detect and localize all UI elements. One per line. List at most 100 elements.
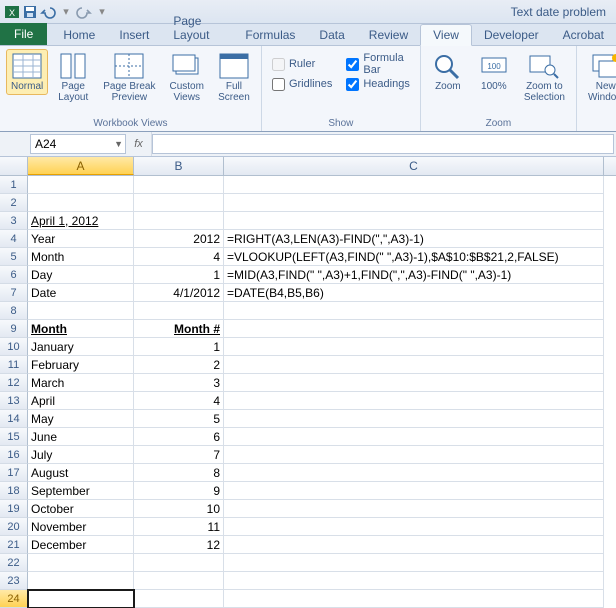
cell-C14[interactable]: [224, 410, 604, 428]
cell-C19[interactable]: [224, 500, 604, 518]
cell-A19[interactable]: October: [28, 500, 134, 518]
cell-C6[interactable]: =MID(A3,FIND(" ",A3)+1,FIND(",",A3)-FIND…: [224, 266, 604, 284]
cell-A17[interactable]: August: [28, 464, 134, 482]
cell-C21[interactable]: [224, 536, 604, 554]
cell-C13[interactable]: [224, 392, 604, 410]
cell-C15[interactable]: [224, 428, 604, 446]
cell-B19[interactable]: 10: [134, 500, 224, 518]
cell-A3[interactable]: April 1, 2012: [28, 212, 134, 230]
page-break-preview-button[interactable]: Page Break Preview: [98, 49, 160, 106]
ruler-checkbox[interactable]: Ruler: [272, 55, 332, 73]
tab-page-layout[interactable]: Page Layout: [161, 11, 233, 45]
row-header-12[interactable]: 12: [0, 374, 28, 392]
cell-C20[interactable]: [224, 518, 604, 536]
col-header-A[interactable]: A: [28, 157, 134, 175]
row-header-9[interactable]: 9: [0, 320, 28, 338]
cell-C8[interactable]: [224, 302, 604, 320]
formula-input[interactable]: [152, 134, 614, 154]
row-header-18[interactable]: 18: [0, 482, 28, 500]
cell-B21[interactable]: 12: [134, 536, 224, 554]
cell-C9[interactable]: [224, 320, 604, 338]
row-header-8[interactable]: 8: [0, 302, 28, 320]
new-window-button[interactable]: New Window: [583, 49, 616, 106]
row-header-17[interactable]: 17: [0, 464, 28, 482]
row-header-11[interactable]: 11: [0, 356, 28, 374]
row-header-24[interactable]: 24: [0, 590, 28, 608]
row-header-15[interactable]: 15: [0, 428, 28, 446]
cell-B24[interactable]: [134, 590, 224, 608]
formula-bar-checkbox[interactable]: Formula Bar: [346, 55, 409, 73]
cell-A5[interactable]: Month: [28, 248, 134, 266]
row-header-23[interactable]: 23: [0, 572, 28, 590]
save-icon[interactable]: [22, 4, 38, 20]
row-header-21[interactable]: 21: [0, 536, 28, 554]
row-header-4[interactable]: 4: [0, 230, 28, 248]
cell-C3[interactable]: [224, 212, 604, 230]
row-header-7[interactable]: 7: [0, 284, 28, 302]
cell-B2[interactable]: [134, 194, 224, 212]
cell-B14[interactable]: 5: [134, 410, 224, 428]
cell-B23[interactable]: [134, 572, 224, 590]
row-header-20[interactable]: 20: [0, 518, 28, 536]
cell-B13[interactable]: 4: [134, 392, 224, 410]
cell-A7[interactable]: Date: [28, 284, 134, 302]
fx-icon[interactable]: fx: [126, 132, 152, 156]
tab-insert[interactable]: Insert: [107, 25, 161, 45]
cell-A15[interactable]: June: [28, 428, 134, 446]
cell-C4[interactable]: =RIGHT(A3,LEN(A3)-FIND(",",A3)-1): [224, 230, 604, 248]
cell-A12[interactable]: March: [28, 374, 134, 392]
cell-B7[interactable]: 4/1/2012: [134, 284, 224, 302]
cell-A6[interactable]: Day: [28, 266, 134, 284]
cell-B20[interactable]: 11: [134, 518, 224, 536]
cell-C12[interactable]: [224, 374, 604, 392]
row-header-3[interactable]: 3: [0, 212, 28, 230]
col-header-B[interactable]: B: [134, 157, 224, 175]
cell-B11[interactable]: 2: [134, 356, 224, 374]
cell-B12[interactable]: 3: [134, 374, 224, 392]
redo-icon[interactable]: [76, 4, 92, 20]
cell-A1[interactable]: [28, 176, 134, 194]
cell-C18[interactable]: [224, 482, 604, 500]
row-header-14[interactable]: 14: [0, 410, 28, 428]
full-screen-button[interactable]: Full Screen: [213, 49, 255, 106]
page-layout-button[interactable]: Page Layout: [52, 49, 94, 106]
cell-C22[interactable]: [224, 554, 604, 572]
zoom-selection-button[interactable]: Zoom to Selection: [519, 49, 570, 106]
cell-B16[interactable]: 7: [134, 446, 224, 464]
normal-view-button[interactable]: Normal: [6, 49, 48, 95]
cell-A14[interactable]: May: [28, 410, 134, 428]
cell-A23[interactable]: [28, 572, 134, 590]
cell-A11[interactable]: February: [28, 356, 134, 374]
cell-A24[interactable]: [28, 590, 134, 608]
cell-A16[interactable]: July: [28, 446, 134, 464]
tab-data[interactable]: Data: [307, 25, 356, 45]
tab-review[interactable]: Review: [357, 25, 420, 45]
tab-acrobat[interactable]: Acrobat: [551, 25, 616, 45]
cell-B18[interactable]: 9: [134, 482, 224, 500]
cell-A9[interactable]: Month: [28, 320, 134, 338]
tab-view[interactable]: View: [420, 24, 472, 46]
cell-A8[interactable]: [28, 302, 134, 320]
tab-home[interactable]: Home: [51, 25, 107, 45]
cell-A13[interactable]: April: [28, 392, 134, 410]
row-header-19[interactable]: 19: [0, 500, 28, 518]
zoom-button[interactable]: Zoom: [427, 49, 469, 95]
cell-B17[interactable]: 8: [134, 464, 224, 482]
gridlines-checkbox[interactable]: Gridlines: [272, 75, 332, 93]
cell-B6[interactable]: 1: [134, 266, 224, 284]
row-header-5[interactable]: 5: [0, 248, 28, 266]
cell-A2[interactable]: [28, 194, 134, 212]
cell-A20[interactable]: November: [28, 518, 134, 536]
undo-icon[interactable]: [40, 4, 56, 20]
cell-B5[interactable]: 4: [134, 248, 224, 266]
cell-B3[interactable]: [134, 212, 224, 230]
zoom-100-button[interactable]: 100 100%: [473, 49, 515, 95]
cell-C1[interactable]: [224, 176, 604, 194]
cell-B22[interactable]: [134, 554, 224, 572]
cell-C16[interactable]: [224, 446, 604, 464]
cell-C2[interactable]: [224, 194, 604, 212]
cell-B1[interactable]: [134, 176, 224, 194]
tab-file[interactable]: File: [0, 23, 47, 45]
col-header-C[interactable]: C: [224, 157, 604, 175]
cell-A21[interactable]: December: [28, 536, 134, 554]
